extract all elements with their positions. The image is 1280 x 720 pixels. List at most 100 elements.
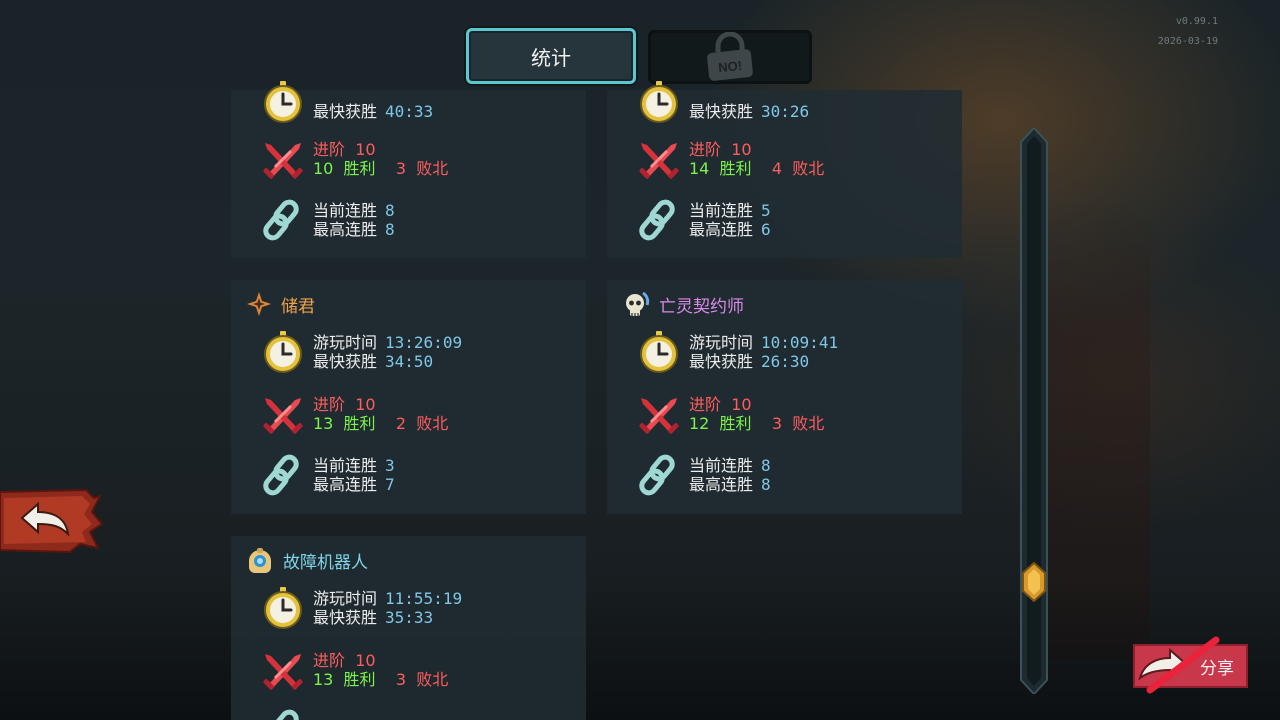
time-stats: 游玩时间 最快获胜30:26 <box>637 80 809 124</box>
character-name: 储君 <box>281 296 315 317</box>
fastest-win-value: 30:26 <box>761 102 810 121</box>
time-stats: 游玩时间 13:26:09 最快获胜 34:50 <box>261 330 462 374</box>
chain-icon <box>261 453 305 497</box>
current-streak-label: 当前连胜 <box>313 456 378 475</box>
stopwatch-icon <box>263 330 303 374</box>
streak-stats: 当前连胜 3 最高连胜 7 <box>261 453 395 497</box>
padlock-icon: NO! <box>707 32 753 81</box>
ascension-label: 进阶 <box>313 140 346 159</box>
losses-value: 2 <box>395 414 407 433</box>
streak-stats: 当前连胜 8 最高连胜 8 <box>637 453 771 497</box>
character-panel-regent: 储君 游玩时间 13:26:09 最快获胜 34:50 进阶 10 13 胜利 2 … <box>231 280 586 514</box>
back-button[interactable] <box>0 488 104 554</box>
best-streak-label: 最高连胜 <box>313 220 378 239</box>
stopwatch-icon <box>263 586 303 630</box>
ascension-value: 10 <box>355 395 376 414</box>
ascension-stats: 进阶 10 12 胜利 3 败北 <box>637 392 824 436</box>
scrollbar-thumb[interactable] <box>1022 562 1046 602</box>
current-streak-value: 8 <box>761 456 771 475</box>
chain-icon <box>637 198 681 242</box>
losses-label: 败北 <box>416 670 449 689</box>
losses-label: 败北 <box>416 159 449 178</box>
best-streak-value: 8 <box>385 220 395 239</box>
wins-label: 胜利 <box>343 159 376 178</box>
character-header: 储君 <box>245 290 315 318</box>
ascension-value: 10 <box>731 140 752 159</box>
crossed-swords-icon <box>637 141 681 181</box>
background-ground <box>0 580 1280 720</box>
losses-label: 败北 <box>792 414 825 433</box>
share-button[interactable]: 分享 <box>1133 644 1248 688</box>
stopwatch-icon <box>263 80 303 124</box>
current-streak-label: 当前连胜 <box>689 456 754 475</box>
character-header: 亡灵契约师 <box>621 290 744 318</box>
wins-value: 10 <box>313 159 334 178</box>
ascension-value: 10 <box>731 395 752 414</box>
fastest-win-value: 26:30 <box>761 352 810 371</box>
losses-label: 败北 <box>792 159 825 178</box>
playtime-value: 11:55:19 <box>385 589 463 608</box>
character-panel-necrobinder: 亡灵契约师 游玩时间 10:09:41 最快获胜 26:30 进阶 10 12 胜利… <box>607 280 962 514</box>
wins-label: 胜利 <box>343 670 376 689</box>
character-name: 亡灵契约师 <box>659 296 744 317</box>
ascension-stats: 进阶 10 13 胜利 3 败北 <box>261 648 448 692</box>
ascension-stats: 进阶 10 14 胜利 4 败北 <box>637 137 824 181</box>
time-stats: 游玩时间 最快获胜40:33 <box>261 80 433 124</box>
best-streak-label: 最高连胜 <box>689 475 754 494</box>
crown-star-icon <box>247 292 271 316</box>
ascension-stats: 进阶 10 13 胜利 2 败北 <box>261 392 448 436</box>
version-date: 2026-03-19 <box>1157 36 1218 47</box>
chain-icon <box>261 708 305 720</box>
wins-value: 13 <box>313 670 334 689</box>
current-streak-label: 当前连胜 <box>313 201 378 220</box>
best-streak-value: 7 <box>385 475 395 494</box>
current-streak-value: 8 <box>385 201 395 220</box>
fastest-win-value: 35:33 <box>385 608 434 627</box>
padlock-text: NO! <box>718 58 743 75</box>
tab-locked[interactable]: NO! <box>648 30 812 84</box>
losses-value: 3 <box>395 670 407 689</box>
fastest-win-label: 最快获胜 <box>689 352 754 371</box>
wins-label: 胜利 <box>719 159 752 178</box>
crossed-swords-icon <box>261 141 305 181</box>
fastest-win-label: 最快获胜 <box>313 608 378 627</box>
best-streak-value: 8 <box>761 475 771 494</box>
best-streak-label: 最高连胜 <box>313 475 378 494</box>
ascension-label: 进阶 <box>689 395 722 414</box>
streak-stats: 当前连胜 8 最高连胜 8 <box>261 198 395 242</box>
scrollbar-track[interactable] <box>1020 128 1048 694</box>
wins-value: 13 <box>313 414 334 433</box>
fastest-win-label: 最快获胜 <box>689 102 754 121</box>
stopwatch-icon <box>639 80 679 124</box>
ascension-label: 进阶 <box>313 395 346 414</box>
tab-stats[interactable]: 统计 <box>466 28 636 84</box>
chain-icon <box>637 453 681 497</box>
crossed-swords-icon <box>637 396 681 436</box>
time-stats: 游玩时间 10:09:41 最快获胜 26:30 <box>637 330 838 374</box>
ascension-label: 进阶 <box>689 140 722 159</box>
losses-value: 3 <box>771 414 783 433</box>
wins-value: 14 <box>689 159 710 178</box>
ascension-value: 10 <box>355 651 376 670</box>
crossed-swords-icon <box>261 652 305 692</box>
best-streak-label: 最高连胜 <box>689 220 754 239</box>
losses-value: 4 <box>771 159 783 178</box>
current-streak-value: 5 <box>761 201 771 220</box>
stopwatch-icon <box>639 330 679 374</box>
character-header: 故障机器人 <box>245 546 368 574</box>
version-number: v0.99.1 <box>1175 16 1218 27</box>
character-panel-defect: 故障机器人 游玩时间 11:55:19 最快获胜 35:33 进阶 10 13 胜利… <box>231 536 586 720</box>
chain-icon <box>261 198 305 242</box>
wins-value: 12 <box>689 414 710 433</box>
skull-icon <box>626 291 650 316</box>
character-panel-1: 游玩时间 最快获胜40:33 进阶 10 10 胜利 3 败北 当前连胜 8 最高… <box>231 80 586 258</box>
character-panel-2: 游玩时间 最快获胜30:26 进阶 10 14 胜利 4 败北 当前连胜5 最高… <box>607 80 962 258</box>
best-streak-value: 6 <box>761 220 771 239</box>
ascension-stats: 进阶 10 10 胜利 3 败北 <box>261 137 448 181</box>
crossed-swords-icon <box>261 396 305 436</box>
losses-value: 3 <box>395 159 407 178</box>
playtime-value: 10:09:41 <box>761 333 839 352</box>
character-name: 故障机器人 <box>283 552 368 573</box>
fastest-win-value: 34:50 <box>385 352 434 371</box>
wins-label: 胜利 <box>343 414 376 433</box>
